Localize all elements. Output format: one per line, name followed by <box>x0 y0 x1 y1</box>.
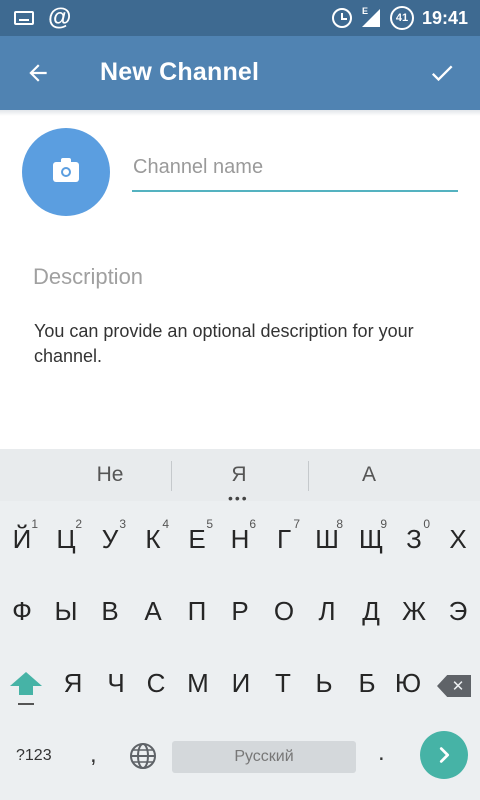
description-hint: You can provide an optional description … <box>34 321 414 366</box>
status-left-icons: @ <box>14 6 71 30</box>
soft-keyboard: Не Я А ••• Й1 Ц2 У3 К4 Е5 Н6 Г7 Ш8 Щ9 З0… <box>0 449 480 800</box>
key[interactable]: О <box>262 579 306 643</box>
alarm-icon <box>331 8 352 28</box>
enter-key[interactable] <box>420 731 468 779</box>
key[interactable]: З0 <box>392 507 436 571</box>
keyboard-bottom-row: ?123 , Русский . <box>0 723 480 793</box>
keyboard-icon <box>14 11 34 25</box>
camera-lens <box>63 169 69 175</box>
key[interactable]: Ш8 <box>305 507 349 571</box>
shift-stem <box>19 685 33 695</box>
key[interactable]: М <box>176 651 220 715</box>
check-icon <box>431 65 453 82</box>
battery-icon: 41 <box>389 6 414 30</box>
shift-arrow-icon <box>10 671 42 686</box>
done-button[interactable] <box>422 53 462 93</box>
backspace-key[interactable]: ✕ <box>437 675 471 697</box>
symbols-key[interactable]: ?123 <box>16 747 52 765</box>
description-input[interactable] <box>33 260 453 294</box>
key[interactable]: Э <box>436 579 480 643</box>
battery-level: 41 <box>395 12 409 24</box>
key[interactable]: Й1 <box>0 507 44 571</box>
action-bar-shadow <box>0 110 480 116</box>
channel-name-input[interactable] <box>132 150 458 192</box>
space-key[interactable]: Русский <box>172 741 356 773</box>
more-suggestions-icon[interactable]: ••• <box>228 491 249 505</box>
key[interactable]: Ы <box>44 579 88 643</box>
key[interactable]: Щ9 <box>349 507 393 571</box>
channel-photo-button[interactable] <box>22 128 110 216</box>
key[interactable]: И <box>219 651 263 715</box>
key[interactable]: В <box>88 579 132 643</box>
key[interactable]: У3 <box>88 507 132 571</box>
network-type: E <box>361 6 368 16</box>
signal-icon: E <box>360 6 382 29</box>
period-key[interactable]: . <box>378 739 385 767</box>
key[interactable]: Ю <box>386 651 430 715</box>
key[interactable]: Ц2 <box>44 507 88 571</box>
key[interactable]: Х <box>436 507 480 571</box>
shift-underline <box>18 702 34 705</box>
at-icon: @ <box>48 4 72 31</box>
key[interactable]: П <box>175 579 219 643</box>
camera-icon <box>53 158 79 182</box>
status-bar: @ E 41 19:41 <box>0 0 480 36</box>
globe-icon <box>130 743 156 769</box>
page-title: New Channel <box>100 58 260 86</box>
key[interactable]: С <box>134 651 178 715</box>
key[interactable]: Ч <box>94 651 138 715</box>
back-button[interactable] <box>18 53 58 93</box>
comma-key[interactable]: , <box>90 741 97 769</box>
chevron-right-icon <box>439 747 450 763</box>
suggestion-3[interactable]: А <box>289 449 449 501</box>
backspace-icon: ✕ <box>451 678 465 695</box>
key[interactable]: Ь <box>302 651 346 715</box>
action-bar: New Channel <box>0 36 480 110</box>
shift-key[interactable] <box>6 663 46 713</box>
key[interactable]: Я <box>51 651 95 715</box>
key[interactable]: Н6 <box>218 507 262 571</box>
arrow-back-icon <box>29 64 47 82</box>
key[interactable]: Р <box>218 579 262 643</box>
suggestion-bar: Не Я А ••• <box>0 449 480 505</box>
language-key[interactable] <box>128 741 158 771</box>
key[interactable]: Г7 <box>262 507 306 571</box>
key[interactable]: А <box>131 579 175 643</box>
key[interactable]: Ж <box>392 579 436 643</box>
key[interactable]: Д <box>349 579 393 643</box>
key[interactable]: Л <box>305 579 349 643</box>
key[interactable]: Б <box>345 651 389 715</box>
key[interactable]: Е5 <box>175 507 219 571</box>
key[interactable]: К4 <box>131 507 175 571</box>
status-right-icons: E 41 19:41 <box>331 4 468 32</box>
status-clock: 19:41 <box>421 7 468 28</box>
key[interactable]: Т <box>261 651 305 715</box>
key[interactable]: Ф <box>0 579 44 643</box>
